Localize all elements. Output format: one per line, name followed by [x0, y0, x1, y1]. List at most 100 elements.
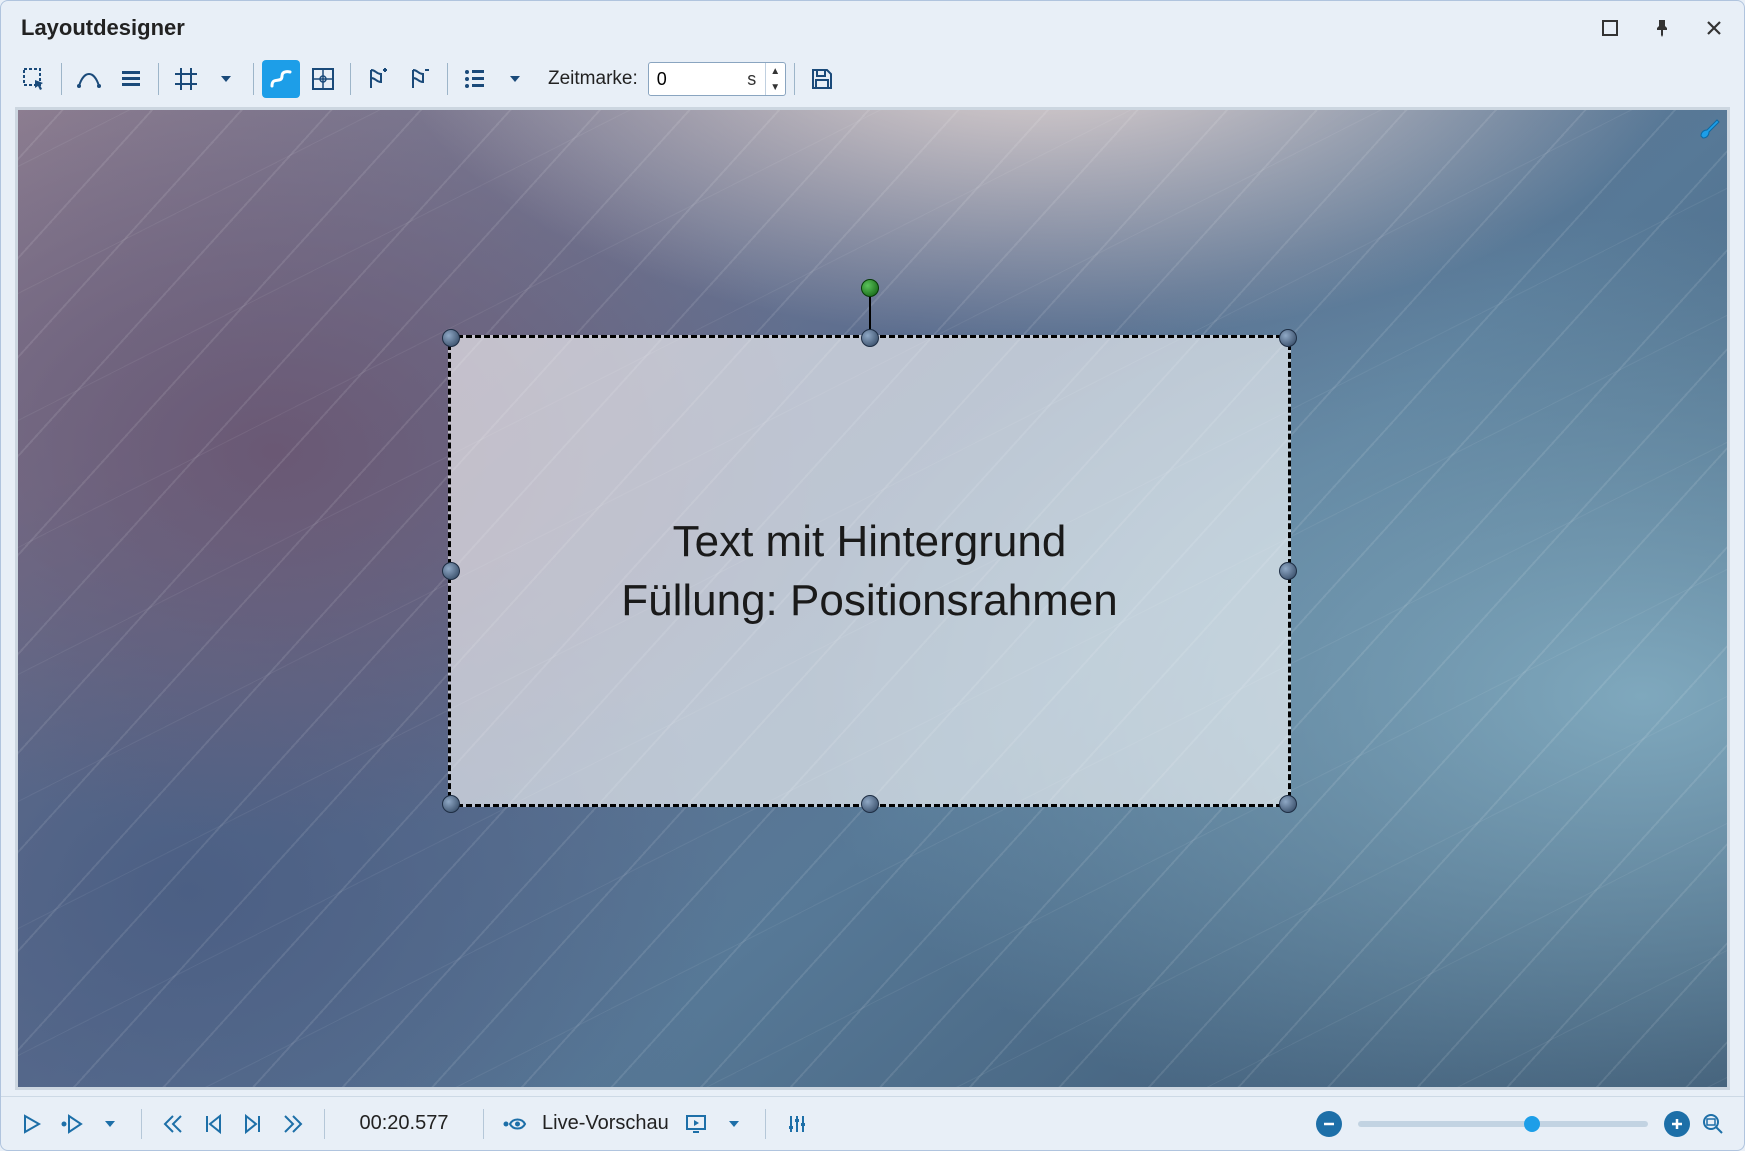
resize-handle-bc[interactable]	[861, 795, 879, 813]
skip-start-icon	[162, 1113, 184, 1135]
spinner-down-button[interactable]: ▼	[766, 79, 785, 95]
preview-dropdown-button[interactable]	[717, 1107, 751, 1141]
preview-window-button[interactable]	[679, 1107, 713, 1141]
text-object[interactable]: Text mit Hintergrund Füllung: Positionsr…	[451, 338, 1288, 804]
curve-tool-button[interactable]	[70, 60, 108, 98]
maximize-button[interactable]	[1598, 16, 1622, 40]
separator	[253, 63, 254, 95]
sliders-icon	[786, 1113, 808, 1135]
titlebar: Layoutdesigner	[1, 1, 1744, 51]
zoom-out-button[interactable]	[1316, 1111, 1342, 1137]
eye-marker-icon	[502, 1113, 528, 1135]
separator	[483, 1109, 484, 1139]
resize-handle-mr[interactable]	[1279, 562, 1297, 580]
live-preview-label: Live-Vorschau	[542, 1112, 669, 1135]
separator	[324, 1109, 325, 1139]
separator	[61, 63, 62, 95]
timemark-unit: s	[739, 69, 765, 90]
resize-handle-bl[interactable]	[442, 795, 460, 813]
step-back-icon	[202, 1113, 224, 1135]
chevron-down-icon	[508, 72, 522, 86]
resize-handle-tl[interactable]	[442, 329, 460, 347]
flag-minus-icon	[407, 66, 433, 92]
resize-handle-tr[interactable]	[1279, 329, 1297, 347]
list-tool-button[interactable]	[456, 60, 494, 98]
separator	[158, 63, 159, 95]
monitor-play-icon	[685, 1113, 707, 1135]
grid-icon	[173, 66, 199, 92]
play-button[interactable]	[15, 1107, 49, 1141]
save-icon	[809, 66, 835, 92]
chevron-down-icon	[103, 1117, 117, 1131]
step-forward-icon	[242, 1113, 264, 1135]
timemark-spinner: ▲ ▼	[765, 63, 785, 95]
close-icon	[1705, 19, 1723, 37]
magnify-fit-icon	[1701, 1112, 1725, 1136]
chevron-down-icon	[219, 72, 233, 86]
titlebar-controls	[1598, 16, 1726, 40]
align-tool-button[interactable]	[112, 60, 150, 98]
separator	[447, 63, 448, 95]
text-line-2: Füllung: Positionsrahmen	[621, 571, 1117, 630]
separator	[794, 63, 795, 95]
window-title: Layoutdesigner	[21, 15, 185, 41]
play-dropdown-button[interactable]	[93, 1107, 127, 1141]
list-dropdown-button[interactable]	[496, 60, 534, 98]
timemark-input-group: s ▲ ▼	[648, 62, 786, 96]
selection-frame[interactable]: Text mit Hintergrund Füllung: Positionsr…	[448, 335, 1291, 807]
app-window: Layoutdesigner	[0, 0, 1745, 1151]
pin-button[interactable]	[1650, 16, 1674, 40]
plus-icon	[1670, 1117, 1684, 1131]
grid-dropdown-button[interactable]	[207, 60, 245, 98]
pin-icon	[1653, 18, 1671, 38]
grid-crosshair-icon	[310, 66, 336, 92]
spinner-up-button[interactable]: ▲	[766, 63, 785, 79]
skip-end-icon	[282, 1113, 304, 1135]
grid-tool-button[interactable]	[167, 60, 205, 98]
close-button[interactable]	[1702, 16, 1726, 40]
play-icon	[21, 1113, 43, 1135]
play-from-button[interactable]	[55, 1107, 89, 1141]
path-tool-button[interactable]	[262, 60, 300, 98]
keyframe-remove-button[interactable]	[401, 60, 439, 98]
separator	[141, 1109, 142, 1139]
text-line-1: Text mit Hintergrund	[673, 512, 1067, 571]
square-icon	[1601, 19, 1619, 37]
next-frame-button[interactable]	[236, 1107, 270, 1141]
zoom-slider[interactable]	[1358, 1121, 1648, 1127]
align-lines-icon	[118, 66, 144, 92]
canvas-area[interactable]: Text mit Hintergrund Füllung: Positionsr…	[15, 107, 1730, 1090]
resize-handle-ml[interactable]	[442, 562, 460, 580]
live-preview-eye-button[interactable]	[498, 1107, 532, 1141]
settings-sliders-button[interactable]	[780, 1107, 814, 1141]
go-start-button[interactable]	[156, 1107, 190, 1141]
play-marker-icon	[60, 1113, 84, 1135]
separator	[765, 1109, 766, 1139]
timemark-label: Zeitmarke:	[548, 68, 638, 90]
timemark-input[interactable]	[649, 65, 739, 94]
curve-icon	[76, 66, 102, 92]
select-tool-button[interactable]	[15, 60, 53, 98]
resize-handle-tc[interactable]	[861, 329, 879, 347]
minus-icon	[1322, 1117, 1336, 1131]
flag-plus-icon	[365, 66, 391, 92]
chevron-down-icon	[727, 1117, 741, 1131]
prev-frame-button[interactable]	[196, 1107, 230, 1141]
toolbar: Zeitmarke: s ▲ ▼	[1, 51, 1744, 107]
zoom-slider-thumb[interactable]	[1524, 1116, 1540, 1132]
separator	[350, 63, 351, 95]
keyframe-add-button[interactable]	[359, 60, 397, 98]
go-end-button[interactable]	[276, 1107, 310, 1141]
selection-icon	[21, 66, 47, 92]
resize-handle-br[interactable]	[1279, 795, 1297, 813]
s-path-icon	[268, 66, 294, 92]
list-icon	[462, 66, 488, 92]
zoom-in-button[interactable]	[1664, 1111, 1690, 1137]
camera-tool-button[interactable]	[304, 60, 342, 98]
rotation-handle[interactable]	[861, 279, 879, 297]
footer-bar: 00:20.577 Live-Vorschau	[1, 1096, 1744, 1150]
timecode-display: 00:20.577	[339, 1112, 469, 1135]
save-button[interactable]	[803, 60, 841, 98]
brush-corner-icon[interactable]	[1697, 114, 1723, 140]
zoom-fit-button[interactable]	[1696, 1107, 1730, 1141]
